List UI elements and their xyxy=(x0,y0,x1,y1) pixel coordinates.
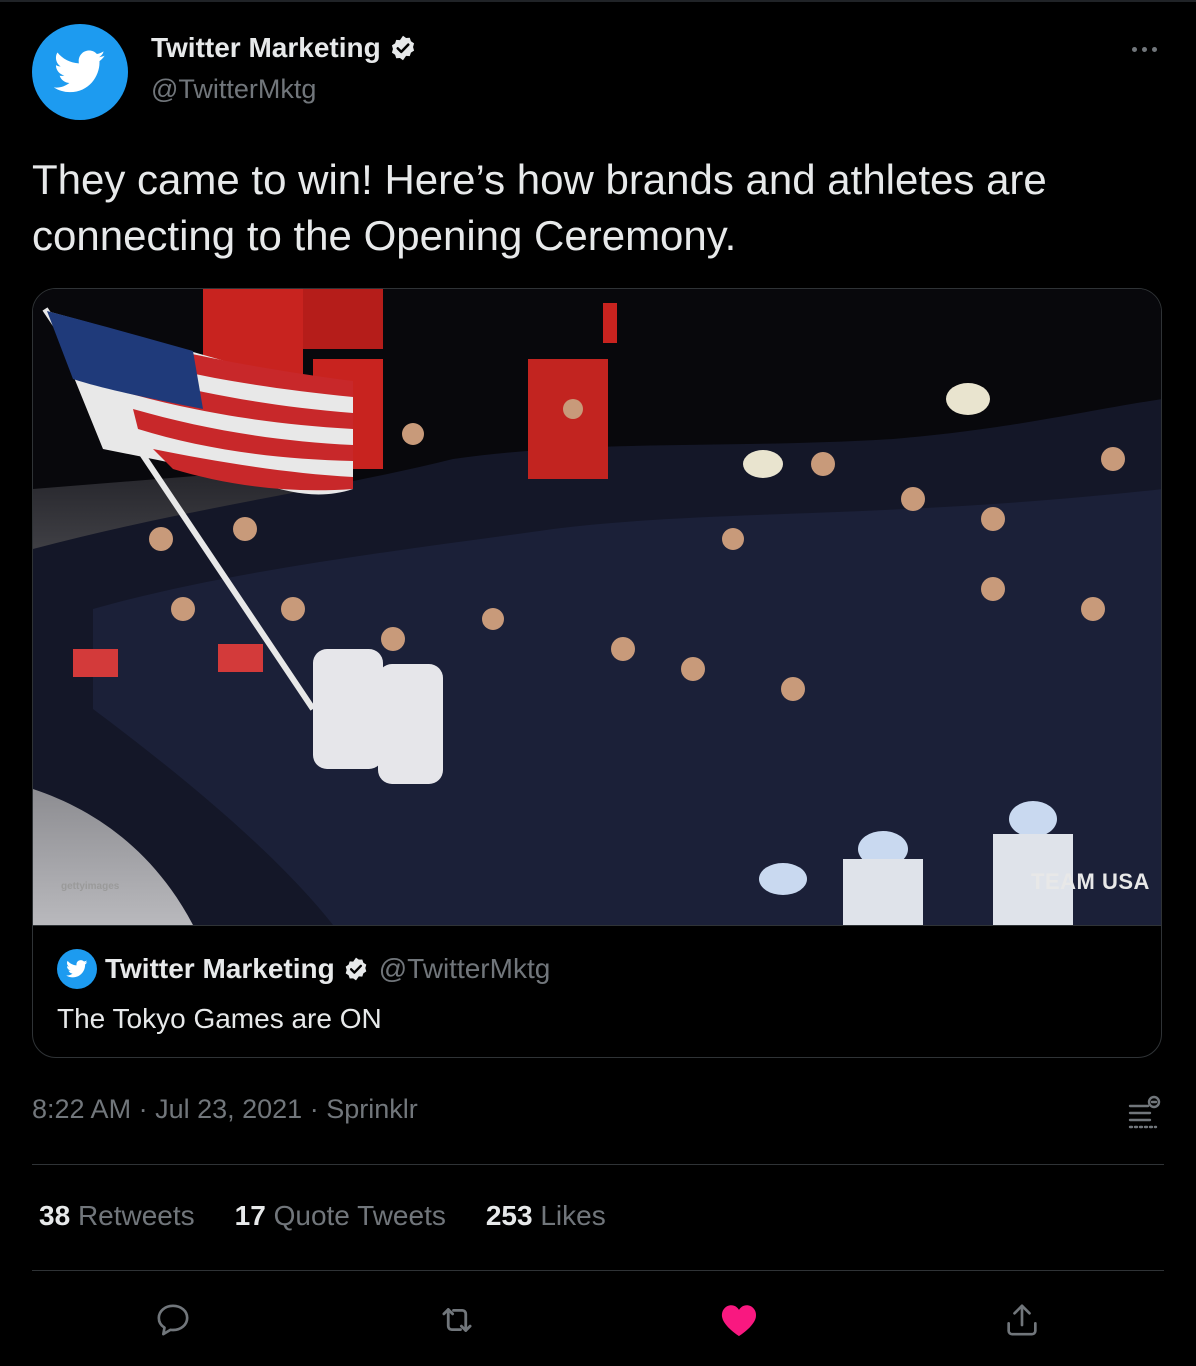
more-dot-icon xyxy=(1131,46,1137,52)
divider xyxy=(32,1164,1164,1165)
reply-button[interactable] xyxy=(147,1294,199,1346)
quote-tweets-count: 17 xyxy=(234,1200,266,1231)
twitter-bird-icon xyxy=(66,960,88,978)
quoted-author-avatar xyxy=(57,949,97,989)
retweet-icon xyxy=(442,1308,472,1332)
twitter-bird-icon xyxy=(54,50,106,93)
retweets-stat[interactable]: 38 Retweets xyxy=(39,1200,195,1232)
author-avatar[interactable] xyxy=(32,24,128,120)
quoted-author-name: Twitter Marketing xyxy=(105,953,335,984)
retweet-button[interactable] xyxy=(431,1294,483,1346)
retweets-count: 38 xyxy=(39,1200,71,1231)
author-name-text: Twitter Marketing xyxy=(151,32,381,63)
team-usa-overlay: TEAM USA xyxy=(1031,869,1150,894)
like-button[interactable] xyxy=(713,1294,765,1346)
tweet-actions xyxy=(0,1294,1196,1346)
retweets-label: Retweets xyxy=(77,1200,195,1231)
tweet-time[interactable]: 8:22 AM xyxy=(32,1094,131,1124)
likes-label: Likes xyxy=(540,1200,606,1231)
tweet-photo[interactable]: gettyimages TEAM USA xyxy=(33,289,1161,925)
share-icon xyxy=(1007,1304,1037,1336)
verified-badge-icon xyxy=(391,35,414,61)
verified-badge-icon xyxy=(345,957,367,981)
meta-separator: · xyxy=(131,1094,156,1124)
tweet-meta: 8:22 AM · Jul 23, 2021 · Sprinklr xyxy=(32,1094,418,1125)
meta-separator: · xyxy=(302,1094,327,1124)
heart-filled-icon xyxy=(721,1305,757,1337)
author-name[interactable]: Twitter Marketing xyxy=(151,32,417,64)
likes-count: 253 xyxy=(485,1200,533,1231)
divider xyxy=(32,1270,1164,1271)
quote-tweets-label: Quote Tweets xyxy=(273,1200,446,1231)
getty-watermark: gettyimages xyxy=(61,881,120,892)
tweet-source[interactable]: Sprinklr xyxy=(326,1094,418,1124)
top-border xyxy=(0,0,1196,2)
tweet-text: They came to win! Here’s how brands and … xyxy=(32,156,1047,259)
more-dot-icon xyxy=(1151,46,1157,52)
quoted-tweet-card[interactable]: gettyimages TEAM USA Twitter Marketing @… xyxy=(32,288,1162,1058)
opening-ceremony-photo xyxy=(33,289,1161,925)
more-dot-icon xyxy=(1141,46,1147,52)
quoted-tweet[interactable]: Twitter Marketing @TwitterMktg The Tokyo… xyxy=(57,949,550,1035)
card-divider xyxy=(33,925,1161,926)
quoted-tweet-text: The Tokyo Games are ON xyxy=(57,1003,382,1034)
more-options-button[interactable] xyxy=(1124,34,1164,64)
author-handle[interactable]: @TwitterMktg xyxy=(151,74,316,105)
likes-stat[interactable]: 253 Likes xyxy=(486,1200,606,1232)
tweet-date[interactable]: Jul 23, 2021 xyxy=(155,1094,302,1124)
reply-icon xyxy=(157,1304,189,1336)
share-button[interactable] xyxy=(996,1294,1048,1346)
analytics-icon[interactable] xyxy=(1124,1094,1164,1134)
quote-tweets-stat[interactable]: 17 Quote Tweets xyxy=(235,1200,446,1232)
tweet-stats: 38 Retweets 17 Quote Tweets 253 Likes xyxy=(39,1200,606,1232)
quoted-author-handle: @TwitterMktg xyxy=(378,953,551,984)
